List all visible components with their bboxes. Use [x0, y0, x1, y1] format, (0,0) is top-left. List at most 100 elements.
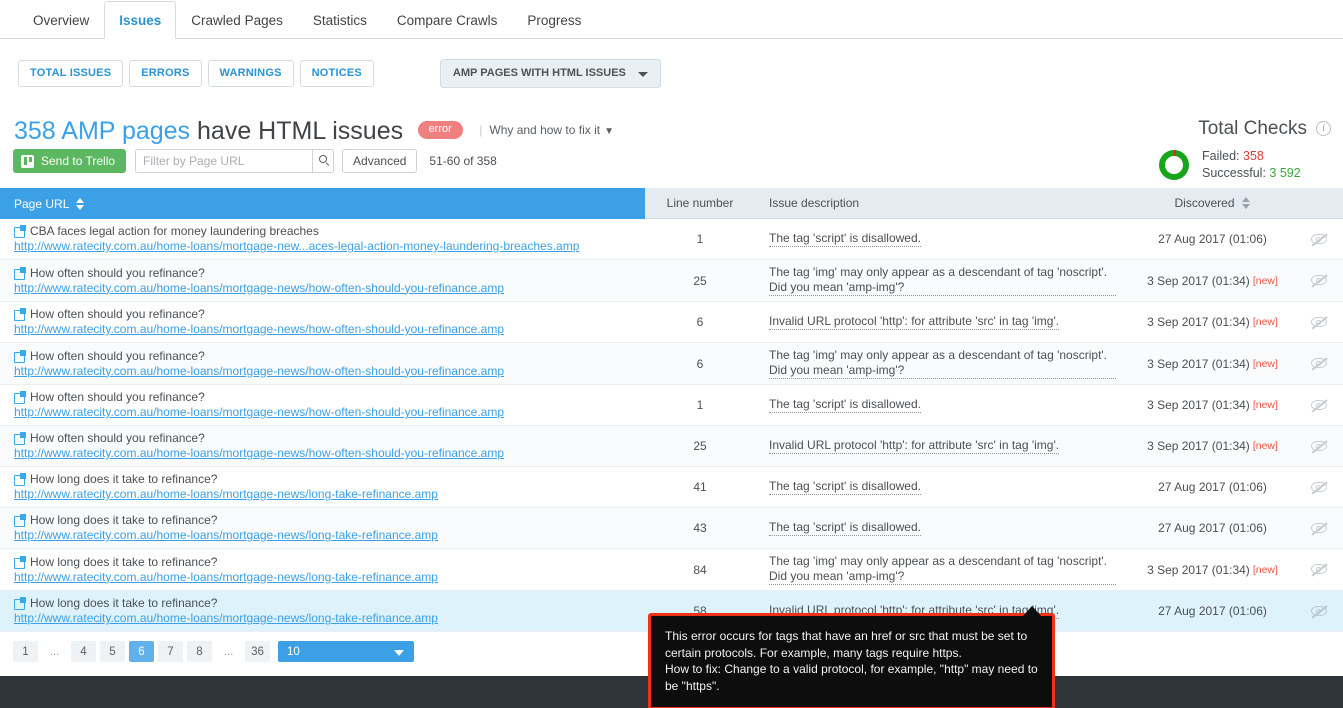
sort-arrows-icon	[76, 198, 85, 210]
new-badge: [new]	[1253, 564, 1278, 576]
report-type-select[interactable]: AMP PAGES WITH HTML ISSUES	[440, 59, 661, 88]
external-link-icon	[14, 351, 25, 362]
page-url-link[interactable]: http://www.ratecity.com.au/home-loans/mo…	[14, 446, 504, 461]
page-url-link[interactable]: http://www.ratecity.com.au/home-loans/mo…	[14, 239, 579, 254]
issue-description-link[interactable]: The tag 'img' may only appear as a desce…	[769, 554, 1116, 585]
pagination-page-36[interactable]: 36	[245, 641, 270, 662]
column-header-issue-description-label: Issue description	[769, 196, 859, 210]
pagination-page-5[interactable]: 5	[100, 641, 125, 662]
issue-description-link[interactable]: The tag 'img' may only appear as a desce…	[769, 265, 1116, 296]
tab-issues[interactable]: Issues	[104, 1, 176, 39]
tab-overview[interactable]: Overview	[18, 1, 104, 39]
cell-hide-issue	[1295, 467, 1343, 507]
tab-crawled-pages[interactable]: Crawled Pages	[176, 1, 298, 39]
pagination-page-8[interactable]: 8	[187, 641, 212, 662]
pagination-page-6[interactable]: 6	[129, 641, 154, 662]
pagination-page-4[interactable]: 4	[71, 641, 96, 662]
hide-eye-icon[interactable]	[1311, 357, 1328, 370]
cell-issue-description: The tag 'img' may only appear as a desce…	[755, 343, 1130, 384]
issues-table: Page URL Line number Issue description D…	[0, 188, 1343, 632]
report-type-label: AMP PAGES WITH HTML ISSUES	[453, 67, 626, 79]
hide-eye-icon[interactable]	[1311, 399, 1328, 412]
new-badge: [new]	[1253, 316, 1278, 328]
hide-eye-icon[interactable]	[1311, 274, 1328, 287]
per-page-select[interactable]: 10	[278, 641, 414, 662]
main-tab-bar: OverviewIssuesCrawled PagesStatisticsCom…	[0, 0, 1343, 39]
chevron-down-icon	[394, 650, 404, 656]
page-title-text: How long does it take to refinance?	[14, 596, 217, 611]
hide-eye-icon[interactable]	[1311, 481, 1328, 494]
hide-eye-icon[interactable]	[1311, 233, 1328, 246]
cell-issue-description: The tag 'script' is disallowed.	[755, 385, 1130, 425]
column-header-line-number: Line number	[645, 188, 755, 219]
cell-page-url: How long does it take to refinance?http:…	[0, 591, 645, 631]
chevron-down-icon: ▼	[604, 126, 614, 137]
search-button[interactable]	[312, 149, 334, 173]
why-and-how-to-fix-link[interactable]: |Why and how to fix it▼	[479, 123, 614, 137]
column-header-page-url[interactable]: Page URL	[0, 188, 645, 219]
table-row: CBA faces legal action for money launder…	[0, 219, 1343, 260]
page-url-link[interactable]: http://www.ratecity.com.au/home-loans/mo…	[14, 487, 438, 502]
external-link-icon	[14, 268, 25, 279]
info-icon[interactable]: i	[1316, 121, 1331, 136]
hide-eye-icon[interactable]	[1311, 563, 1328, 576]
table-row: How often should you refinance?http://ww…	[0, 302, 1343, 343]
discovered-date: 27 Aug 2017 (01:06)	[1158, 232, 1267, 246]
external-link-icon	[14, 557, 25, 568]
cell-page-url: How long does it take to refinance?http:…	[0, 467, 645, 507]
table-body: CBA faces legal action for money launder…	[0, 219, 1343, 632]
filter-input-group	[135, 149, 334, 173]
column-header-discovered[interactable]: Discovered	[1130, 188, 1295, 219]
cell-line-number: 25	[645, 260, 755, 301]
cell-page-url: How often should you refinance?http://ww…	[0, 343, 645, 384]
hide-eye-icon[interactable]	[1311, 522, 1328, 535]
issue-description-link[interactable]: The tag 'script' is disallowed.	[769, 397, 921, 413]
hide-eye-icon[interactable]	[1311, 316, 1328, 329]
page-url-link[interactable]: http://www.ratecity.com.au/home-loans/mo…	[14, 528, 438, 543]
tab-progress[interactable]: Progress	[512, 1, 596, 39]
hide-eye-icon[interactable]	[1311, 440, 1328, 453]
discovered-date: 3 Sep 2017 (01:34)	[1147, 274, 1250, 288]
issue-description-link[interactable]: The tag 'script' is disallowed.	[769, 231, 921, 247]
advanced-filter-button[interactable]: Advanced	[342, 149, 417, 173]
issue-description-link[interactable]: Invalid URL protocol 'http': for attribu…	[769, 314, 1059, 330]
page-title-label: How often should you refinance?	[30, 431, 205, 446]
cell-discovered: 3 Sep 2017 (01:34)[new]	[1130, 302, 1295, 342]
cell-discovered: 3 Sep 2017 (01:34)[new]	[1130, 343, 1295, 384]
tab-statistics[interactable]: Statistics	[298, 1, 382, 39]
filter-button-total-issues[interactable]: TOTAL ISSUES	[18, 60, 123, 87]
page-title-text: CBA faces legal action for money launder…	[14, 224, 319, 239]
page-title: 358 AMP pages have HTML issues	[14, 117, 403, 146]
sort-arrows-icon	[1242, 197, 1251, 209]
filter-button-warnings[interactable]: WARNINGS	[208, 60, 294, 87]
discovered-date: 3 Sep 2017 (01:34)	[1147, 563, 1250, 577]
page-title-text: How long does it take to refinance?	[14, 513, 217, 528]
filter-button-errors[interactable]: ERRORS	[129, 60, 201, 87]
successful-value: 3 592	[1269, 166, 1300, 180]
send-to-trello-button[interactable]: Send to Trello	[13, 149, 126, 173]
tab-compare-crawls[interactable]: Compare Crawls	[382, 1, 513, 39]
cell-hide-issue	[1295, 260, 1343, 301]
page-url-link[interactable]: http://www.ratecity.com.au/home-loans/mo…	[14, 405, 504, 420]
issue-description-link[interactable]: Invalid URL protocol 'http': for attribu…	[769, 438, 1059, 454]
cell-line-number: 1	[645, 385, 755, 425]
filter-page-url-input[interactable]	[135, 149, 312, 173]
hide-eye-icon[interactable]	[1311, 605, 1328, 618]
page-url-link[interactable]: http://www.ratecity.com.au/home-loans/mo…	[14, 364, 504, 379]
pagination-page-1[interactable]: 1	[13, 641, 38, 662]
page-url-link[interactable]: http://www.ratecity.com.au/home-loans/mo…	[14, 322, 504, 337]
tooltip-line-2: How to fix: Change to a valid protocol, …	[665, 661, 1038, 694]
cell-line-number: 84	[645, 549, 755, 590]
total-checks-panel: Total Checks i Failed: 358 Successful: 3…	[1151, 118, 1331, 182]
filter-button-notices[interactable]: NOTICES	[300, 60, 374, 87]
issue-description-link[interactable]: The tag 'img' may only appear as a desce…	[769, 348, 1116, 379]
page-url-link[interactable]: http://www.ratecity.com.au/home-loans/mo…	[14, 611, 438, 626]
column-header-line-number-label: Line number	[667, 196, 734, 210]
page-title-label: How often should you refinance?	[30, 349, 205, 364]
issue-description-link[interactable]: The tag 'script' is disallowed.	[769, 479, 921, 495]
column-header-page-url-label: Page URL	[14, 197, 69, 211]
page-url-link[interactable]: http://www.ratecity.com.au/home-loans/mo…	[14, 570, 438, 585]
page-url-link[interactable]: http://www.ratecity.com.au/home-loans/mo…	[14, 281, 504, 296]
pagination-page-7[interactable]: 7	[158, 641, 183, 662]
issue-description-link[interactable]: The tag 'script' is disallowed.	[769, 520, 921, 536]
